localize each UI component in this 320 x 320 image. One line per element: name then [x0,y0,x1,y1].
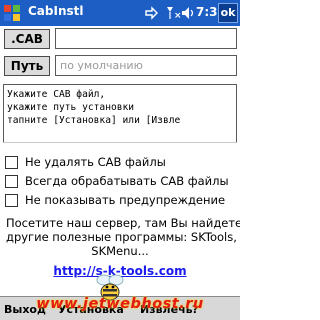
install-path-input[interactable]: по умолчанию [55,55,237,76]
cab-file-input[interactable] [55,28,237,49]
instructions-line: тапните [Установка] или [Извле [7,115,181,126]
option-keep-cab[interactable]: Не удалять CAB файлы [5,155,235,171]
connectivity-icon[interactable] [144,5,160,21]
cab-browse-button[interactable]: .CAB [4,29,50,49]
checkbox[interactable] [5,175,18,188]
promo-text: Посетите наш сервер, там Вы найдете друг… [6,216,240,258]
screen: CabInstl × 7:31 ok .CAB Путь по умолчани… [0,0,240,320]
option-always-process[interactable]: Всегда обрабатывать CAB файлы [5,174,235,190]
app-title: CabInstl [28,4,84,18]
volume-icon[interactable] [181,5,195,21]
option-label: Не показывать предупреждение [25,193,226,207]
option-label: Не удалять CAB файлы [25,155,166,169]
promo-line: Посетите наш сервер, там Вы найдете [6,216,240,230]
option-no-warning[interactable]: Не показывать предупреждение [5,193,235,209]
instructions-line: Укажите CAB файл, [7,89,106,100]
promo-line: другие полезные программы: SKTools, [6,230,237,244]
title-bar: CabInstl × 7:31 ok [0,0,240,26]
horizontal-scrollbar[interactable] [3,142,237,150]
windows-flag-icon[interactable] [3,4,21,22]
instructions-line: укажите путь установки [7,102,135,113]
checkbox[interactable] [5,156,18,169]
checkbox[interactable] [5,194,18,207]
signal-icon[interactable]: × [164,5,182,21]
option-label: Всегда обрабатывать CAB файлы [25,174,229,188]
watermark: www.jetwebhost.ru [36,296,204,312]
instructions-textbox[interactable]: Укажите CAB файл, укажите путь установки… [3,84,237,150]
ok-button[interactable]: ok [218,3,238,23]
promo-line: SKMenu... [91,244,149,258]
path-browse-button[interactable]: Путь [4,56,50,76]
